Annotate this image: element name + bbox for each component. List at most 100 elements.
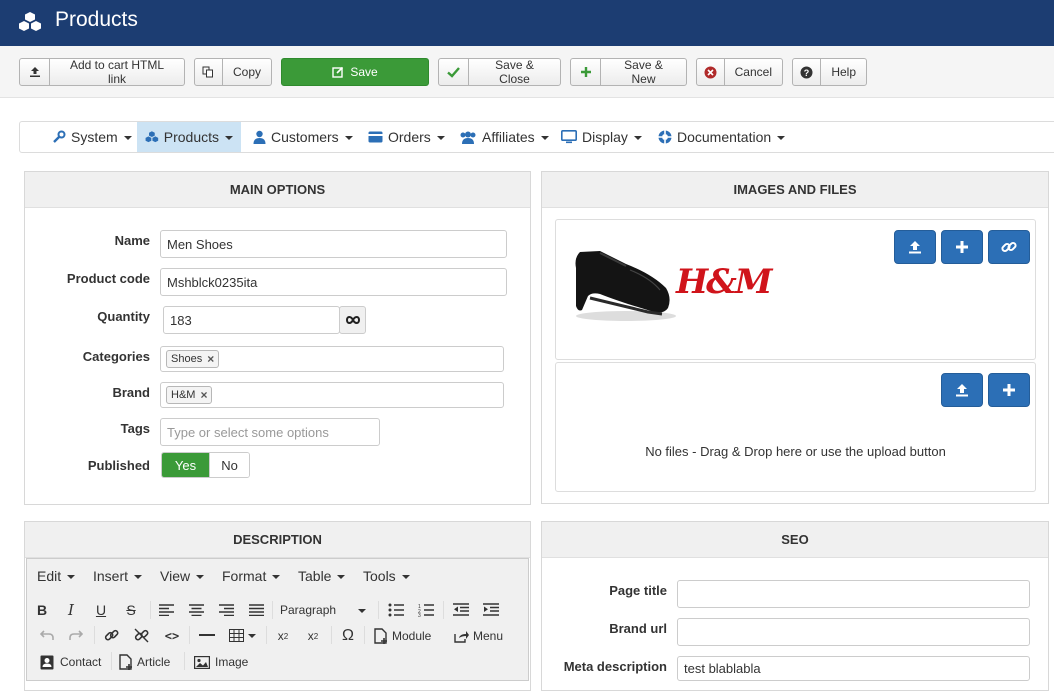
tags-label: Tags bbox=[120, 421, 150, 436]
menu-customers[interactable]: Customers bbox=[245, 122, 361, 152]
help-button[interactable]: ? Help bbox=[792, 58, 867, 86]
published-yes-button[interactable]: Yes bbox=[162, 453, 209, 477]
menu-display[interactable]: Display bbox=[553, 122, 650, 152]
remove-tag-icon[interactable]: × bbox=[207, 352, 214, 366]
editor-menu-edit[interactable]: Edit bbox=[37, 566, 76, 586]
editor-menu-format[interactable]: Format bbox=[222, 566, 281, 586]
product-code-label: Product code bbox=[66, 271, 150, 286]
menu-affiliates[interactable]: Affiliates bbox=[451, 122, 557, 152]
source-code-icon[interactable]: <> bbox=[162, 626, 182, 646]
menu-orders[interactable]: Orders bbox=[360, 122, 453, 152]
category-tag: Shoes × bbox=[166, 350, 220, 368]
wrench-icon bbox=[53, 130, 66, 143]
images-files-title: IMAGES AND FILES bbox=[542, 172, 1048, 208]
brand-input[interactable]: H&M × bbox=[160, 382, 504, 408]
bullet-list-icon[interactable] bbox=[388, 603, 404, 617]
editor-menu-tools[interactable]: Tools bbox=[363, 566, 410, 586]
copy-button[interactable]: Copy bbox=[194, 58, 272, 86]
indent-icon[interactable] bbox=[483, 603, 499, 616]
unlimited-quantity-button[interactable] bbox=[339, 306, 366, 334]
categories-input[interactable]: Shoes × bbox=[160, 346, 504, 372]
outdent-icon[interactable] bbox=[453, 603, 469, 616]
meta-description-label: Meta description bbox=[563, 659, 667, 674]
insert-image-button[interactable]: Image bbox=[194, 652, 248, 672]
file-plus-icon bbox=[119, 654, 132, 670]
upload-icon bbox=[909, 241, 921, 254]
file-plus-icon bbox=[374, 628, 387, 644]
svg-text:?: ? bbox=[804, 68, 810, 78]
description-title: DESCRIPTION bbox=[25, 522, 530, 558]
horizontal-line-icon[interactable] bbox=[199, 634, 215, 636]
save-new-button[interactable]: Save & New bbox=[570, 58, 687, 86]
unlink-icon[interactable] bbox=[134, 628, 149, 643]
main-options-panel: MAIN OPTIONS bbox=[24, 171, 531, 505]
table-icon[interactable] bbox=[229, 629, 257, 642]
undo-icon[interactable] bbox=[40, 629, 54, 641]
editor-menu-table[interactable]: Table bbox=[298, 566, 346, 586]
superscript-icon[interactable]: x2 bbox=[304, 626, 322, 646]
published-no-button[interactable]: No bbox=[209, 453, 249, 477]
link-icon[interactable] bbox=[104, 628, 119, 643]
name-label: Name bbox=[114, 233, 150, 248]
paragraph-format-select[interactable]: Paragraph bbox=[280, 600, 370, 620]
page-title-input[interactable] bbox=[677, 580, 1030, 608]
add-file-button[interactable] bbox=[988, 373, 1030, 407]
plus-icon bbox=[956, 241, 968, 253]
plus-icon bbox=[571, 59, 601, 85]
published-toggle: Yes No bbox=[161, 452, 250, 478]
add-to-cart-link-button[interactable]: Add to cart HTML link bbox=[19, 58, 185, 86]
insert-article-button[interactable]: Article bbox=[119, 652, 170, 672]
name-input[interactable]: Men Shoes bbox=[160, 230, 507, 258]
insert-module-button[interactable]: Module bbox=[374, 626, 431, 646]
insert-menu-button[interactable]: Menu bbox=[454, 626, 503, 646]
help-icon: ? bbox=[793, 59, 822, 85]
seo-title: SEO bbox=[542, 522, 1048, 558]
quantity-input[interactable]: 183 bbox=[163, 306, 340, 334]
bold-icon[interactable]: B bbox=[33, 600, 51, 620]
special-character-icon[interactable]: Ω bbox=[338, 626, 358, 646]
link-icon bbox=[1001, 241, 1017, 253]
remove-tag-icon[interactable]: × bbox=[200, 388, 207, 402]
cubes-icon bbox=[145, 131, 159, 143]
brand-url-input[interactable] bbox=[677, 618, 1030, 646]
monitor-icon bbox=[561, 130, 577, 144]
user-icon bbox=[253, 130, 266, 144]
quantity-label: Quantity bbox=[97, 309, 150, 324]
users-icon bbox=[460, 131, 476, 144]
align-justify-icon[interactable] bbox=[249, 604, 264, 616]
brand-label: Brand bbox=[112, 385, 150, 400]
align-left-icon[interactable] bbox=[159, 604, 174, 616]
menu-documentation[interactable]: Documentation bbox=[650, 122, 793, 152]
menu-system[interactable]: System bbox=[44, 122, 140, 152]
save-close-button[interactable]: Save & Close bbox=[438, 58, 561, 86]
product-shoe-image bbox=[575, 251, 676, 321]
add-image-button[interactable] bbox=[941, 230, 983, 264]
edit-icon bbox=[332, 66, 344, 78]
insert-contact-button[interactable]: Contact bbox=[40, 652, 101, 672]
italic-icon[interactable]: I bbox=[62, 600, 80, 620]
subscript-icon[interactable]: x2 bbox=[274, 626, 292, 646]
link-image-button[interactable] bbox=[988, 230, 1030, 264]
upload-icon bbox=[956, 384, 968, 397]
page-title: Products bbox=[55, 8, 138, 31]
editor-menu-view[interactable]: View bbox=[160, 566, 205, 586]
underline-icon[interactable]: U bbox=[92, 600, 110, 620]
align-right-icon[interactable] bbox=[219, 604, 234, 616]
meta-description-input[interactable]: test blablabla bbox=[677, 656, 1030, 681]
cancel-button[interactable]: Cancel bbox=[696, 58, 783, 86]
menu-products[interactable]: Products bbox=[137, 122, 241, 152]
brand-url-label: Brand url bbox=[609, 621, 667, 636]
strikethrough-icon[interactable]: S bbox=[122, 600, 140, 620]
upload-file-button[interactable] bbox=[941, 373, 983, 407]
main-menu: System Products Customers Orders Affilia… bbox=[19, 121, 1054, 153]
numbered-list-icon[interactable]: 123 bbox=[418, 603, 434, 617]
save-button[interactable]: Save bbox=[281, 58, 429, 86]
upload-image-button[interactable] bbox=[894, 230, 936, 264]
copy-icon bbox=[195, 59, 223, 85]
tags-input[interactable]: Type or select some options bbox=[160, 418, 380, 446]
align-center-icon[interactable] bbox=[189, 604, 204, 616]
redo-icon[interactable] bbox=[69, 629, 83, 641]
cubes-icon bbox=[19, 12, 41, 31]
product-code-input[interactable]: Mshblck0235ita bbox=[160, 268, 507, 296]
editor-menu-insert[interactable]: Insert bbox=[93, 566, 143, 586]
